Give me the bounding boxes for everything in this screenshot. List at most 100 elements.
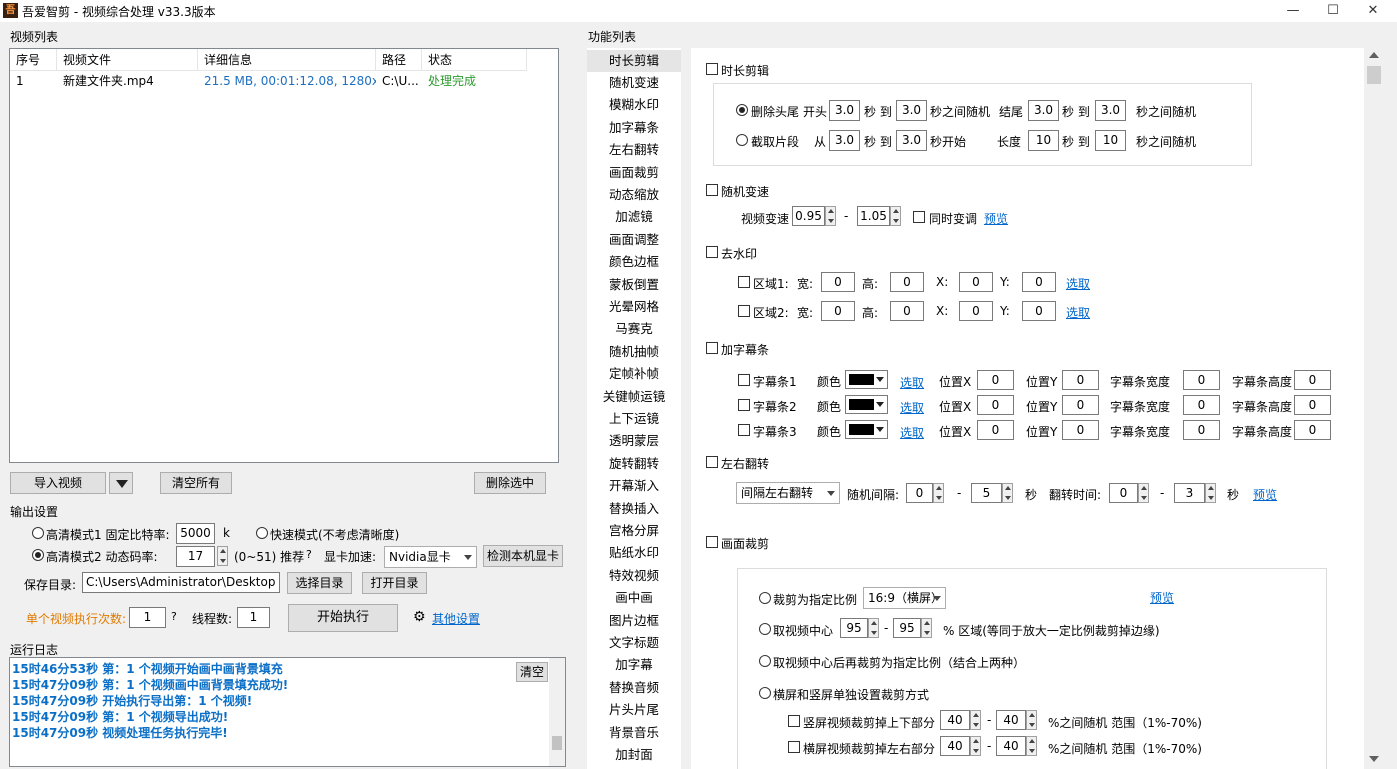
col-header-info[interactable]: 详细信息 bbox=[198, 49, 376, 71]
bar1-pick-link[interactable]: 选取 bbox=[900, 374, 924, 391]
region1-y-input[interactable]: 0 bbox=[1022, 272, 1056, 292]
interval-max-spinner[interactable] bbox=[1002, 483, 1013, 503]
detect-gpu-button[interactable]: 检测本机显卡 bbox=[483, 545, 563, 567]
interval-min-spinner[interactable] bbox=[933, 483, 944, 503]
feature-item[interactable]: 画面裁剪 bbox=[587, 162, 681, 184]
close-button[interactable]: ✕ bbox=[1350, 0, 1396, 22]
region2-x-input[interactable]: 0 bbox=[959, 301, 993, 321]
crop-center-ratio-radio[interactable] bbox=[759, 655, 771, 667]
feature-item[interactable]: 画中画 bbox=[587, 587, 681, 609]
import-dropdown-button[interactable] bbox=[109, 472, 133, 494]
scroll-up-icon[interactable] bbox=[1369, 52, 1379, 58]
bar2-x-input[interactable]: 0 bbox=[977, 395, 1014, 415]
save-dir-input[interactable]: C:\Users\Administrator\Desktop bbox=[82, 572, 280, 593]
bar3-y-input[interactable]: 0 bbox=[1062, 420, 1099, 440]
crop-ratio-select[interactable]: 16:9（横屏） bbox=[863, 587, 946, 609]
portrait-min-spinner[interactable] bbox=[970, 710, 981, 730]
other-settings-link[interactable]: 其他设置 bbox=[432, 610, 480, 627]
bar3-width-input[interactable]: 0 bbox=[1183, 420, 1220, 440]
start-max-input[interactable]: 3.0 bbox=[896, 100, 927, 121]
clear-all-button[interactable]: 清空所有 bbox=[160, 472, 232, 494]
end-max-input[interactable]: 3.0 bbox=[1095, 100, 1126, 121]
feature-item[interactable]: 蒙板倒置 bbox=[587, 274, 681, 296]
col-header-index[interactable]: 序号 bbox=[10, 49, 57, 71]
sync-pitch-checkbox[interactable] bbox=[913, 211, 925, 223]
table-row[interactable]: 1 新建文件夹.mp4 21.5 MB, 00:01:12.08, 1280x7… bbox=[10, 71, 558, 91]
bar2-checkbox[interactable] bbox=[738, 399, 750, 411]
feature-item[interactable]: 替换插入 bbox=[587, 498, 681, 520]
log-scrollbar[interactable] bbox=[549, 658, 565, 766]
crop-ratio-radio[interactable] bbox=[759, 592, 771, 604]
clear-log-button[interactable]: 清空 bbox=[516, 662, 548, 682]
feature-item[interactable]: 定帧补帧 bbox=[587, 363, 681, 385]
bar1-width-input[interactable]: 0 bbox=[1183, 370, 1220, 390]
center-min-input[interactable]: 95 bbox=[840, 618, 868, 638]
import-video-button[interactable]: 导入视频 bbox=[10, 472, 106, 494]
col-header-file[interactable]: 视频文件 bbox=[57, 49, 198, 71]
feature-menu[interactable]: 时长剪辑 随机变速 模糊水印 加字幕条 左右翻转 画面裁剪 动态缩放 加滤镜 画… bbox=[587, 48, 681, 769]
landscape-max-spinner[interactable] bbox=[1026, 736, 1037, 756]
flip-checkbox[interactable] bbox=[706, 456, 718, 468]
crop-separate-radio[interactable] bbox=[759, 687, 771, 699]
threads-input[interactable]: 1 bbox=[237, 607, 270, 628]
flip-time-max-input[interactable]: 3 bbox=[1174, 483, 1205, 503]
portrait-max-input[interactable]: 40 bbox=[996, 710, 1026, 730]
scroll-thumb[interactable] bbox=[1367, 66, 1381, 84]
flip-mode-select[interactable]: 间隔左右翻转 bbox=[736, 482, 840, 504]
region2-pick-link[interactable]: 选取 bbox=[1066, 304, 1090, 321]
region2-width-input[interactable]: 0 bbox=[821, 301, 855, 321]
open-dir-button[interactable]: 打开目录 bbox=[362, 572, 427, 594]
length-min-input[interactable]: 10 bbox=[1028, 130, 1059, 151]
speed-checkbox[interactable] bbox=[706, 184, 718, 196]
feature-item[interactable]: 加滤镜 bbox=[587, 206, 681, 228]
feature-item[interactable]: 文字标题 bbox=[587, 632, 681, 654]
feature-item[interactable]: 特效视频 bbox=[587, 565, 681, 587]
region2-checkbox[interactable] bbox=[738, 305, 750, 317]
hd-mode1-radio[interactable] bbox=[32, 527, 44, 539]
bitrate-input[interactable]: 5000 bbox=[176, 523, 215, 544]
speed-max-input[interactable]: 1.05 bbox=[857, 206, 890, 226]
bar3-pick-link[interactable]: 选取 bbox=[900, 424, 924, 441]
feature-item[interactable]: 加封面 bbox=[587, 744, 681, 766]
center-min-spinner[interactable] bbox=[868, 618, 879, 638]
speed-max-spinner[interactable] bbox=[890, 206, 901, 226]
bar2-pick-link[interactable]: 选取 bbox=[900, 399, 924, 416]
feature-item[interactable]: 颜色边框 bbox=[587, 251, 681, 273]
length-max-input[interactable]: 10 bbox=[1095, 130, 1126, 151]
subtitle-bar-checkbox[interactable] bbox=[706, 342, 718, 354]
region1-pick-link[interactable]: 选取 bbox=[1066, 275, 1090, 292]
bar1-x-input[interactable]: 0 bbox=[977, 370, 1014, 390]
speed-preview-link[interactable]: 预览 bbox=[984, 210, 1008, 227]
landscape-min-input[interactable]: 40 bbox=[940, 736, 970, 756]
scroll-down-icon[interactable] bbox=[1369, 756, 1379, 762]
gear-icon[interactable]: ⚙ bbox=[413, 609, 426, 625]
flip-preview-link[interactable]: 预览 bbox=[1253, 486, 1277, 503]
fast-mode-radio[interactable] bbox=[256, 527, 268, 539]
flip-time-min-input[interactable]: 0 bbox=[1109, 483, 1138, 503]
flip-time-max-spinner[interactable] bbox=[1205, 483, 1216, 503]
choose-dir-button[interactable]: 选择目录 bbox=[287, 572, 352, 594]
bar3-height-input[interactable]: 0 bbox=[1294, 420, 1331, 440]
bar1-color-picker[interactable] bbox=[845, 370, 888, 389]
feature-item[interactable]: 左右翻转 bbox=[587, 139, 681, 161]
feature-item[interactable]: 上下运镜 bbox=[587, 408, 681, 430]
feature-item[interactable]: 时长剪辑 bbox=[587, 50, 681, 72]
log-panel[interactable]: 15时46分53秒 第：1 个视频开始画中画背景填充 15时47分09秒 第：1… bbox=[9, 657, 566, 767]
feature-item[interactable]: 图片边框 bbox=[587, 610, 681, 632]
feature-item[interactable]: 片头片尾 bbox=[587, 699, 681, 721]
end-min-input[interactable]: 3.0 bbox=[1028, 100, 1059, 121]
bar1-checkbox[interactable] bbox=[738, 374, 750, 386]
crop-center-radio[interactable] bbox=[759, 623, 771, 635]
feature-item[interactable]: 画面调整 bbox=[587, 229, 681, 251]
landscape-min-spinner[interactable] bbox=[970, 736, 981, 756]
bar1-y-input[interactable]: 0 bbox=[1062, 370, 1099, 390]
feature-item[interactable]: 旋转翻转 bbox=[587, 453, 681, 475]
feature-item[interactable]: 随机变速 bbox=[587, 72, 681, 94]
feature-scrollbar[interactable] bbox=[1364, 48, 1384, 769]
bar3-color-picker[interactable] bbox=[845, 420, 888, 439]
start-execute-button[interactable]: 开始执行 bbox=[288, 604, 398, 632]
feature-item[interactable]: 贴纸水印 bbox=[587, 542, 681, 564]
region2-height-input[interactable]: 0 bbox=[890, 301, 924, 321]
speed-min-input[interactable]: 0.95 bbox=[792, 206, 825, 226]
trim-checkbox[interactable] bbox=[706, 63, 718, 75]
